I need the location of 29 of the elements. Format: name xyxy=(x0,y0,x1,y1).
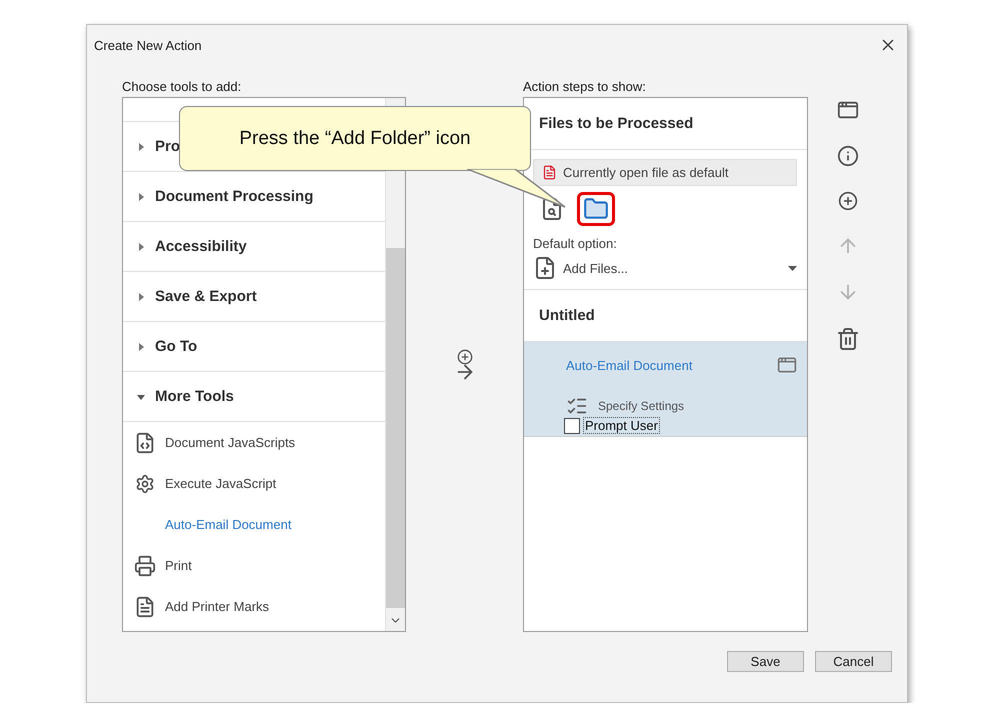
source-field[interactable]: Currently open file as default xyxy=(533,159,797,186)
checkbox[interactable] xyxy=(564,418,580,434)
action-step[interactable]: Auto-Email Document Specify Settings Prompt User xyxy=(524,342,807,437)
plus-circle-icon xyxy=(456,348,472,364)
step-name: Auto-Email Document xyxy=(566,358,692,372)
pdf-icon xyxy=(542,165,557,180)
trash-icon[interactable] xyxy=(836,327,860,351)
settings-label: Specify Settings xyxy=(598,399,684,413)
tool-item[interactable]: Document JavaScripts xyxy=(123,422,385,463)
tool-item[interactable]: Auto-Email Document xyxy=(123,504,385,545)
dialog-icon[interactable] xyxy=(777,355,797,375)
cancel-button[interactable]: Cancel xyxy=(815,651,892,672)
default-select[interactable]: Add Files... xyxy=(533,254,797,282)
file-plus-icon xyxy=(533,256,557,280)
dropdown-caret-icon xyxy=(788,266,797,270)
tool-item[interactable]: Add Printer Marks xyxy=(123,586,385,627)
option-label: Default option: xyxy=(533,236,618,251)
window-title: Create New Action xyxy=(94,38,202,52)
tool-item[interactable]: Execute JavaScript xyxy=(123,463,385,504)
save-button[interactable]: Save xyxy=(727,651,804,672)
add-window-icon[interactable] xyxy=(837,99,859,121)
panel-label: Action steps to show: xyxy=(523,79,647,94)
scroll-thumb[interactable] xyxy=(386,248,405,608)
tool-item[interactable]: Print xyxy=(123,545,385,586)
gear-icon xyxy=(134,474,154,494)
panel-label: Choose tools to add: xyxy=(122,79,242,94)
checkbox-label: Prompt User xyxy=(583,417,660,434)
printer-icon xyxy=(134,554,156,576)
folder-button[interactable] xyxy=(577,192,615,226)
